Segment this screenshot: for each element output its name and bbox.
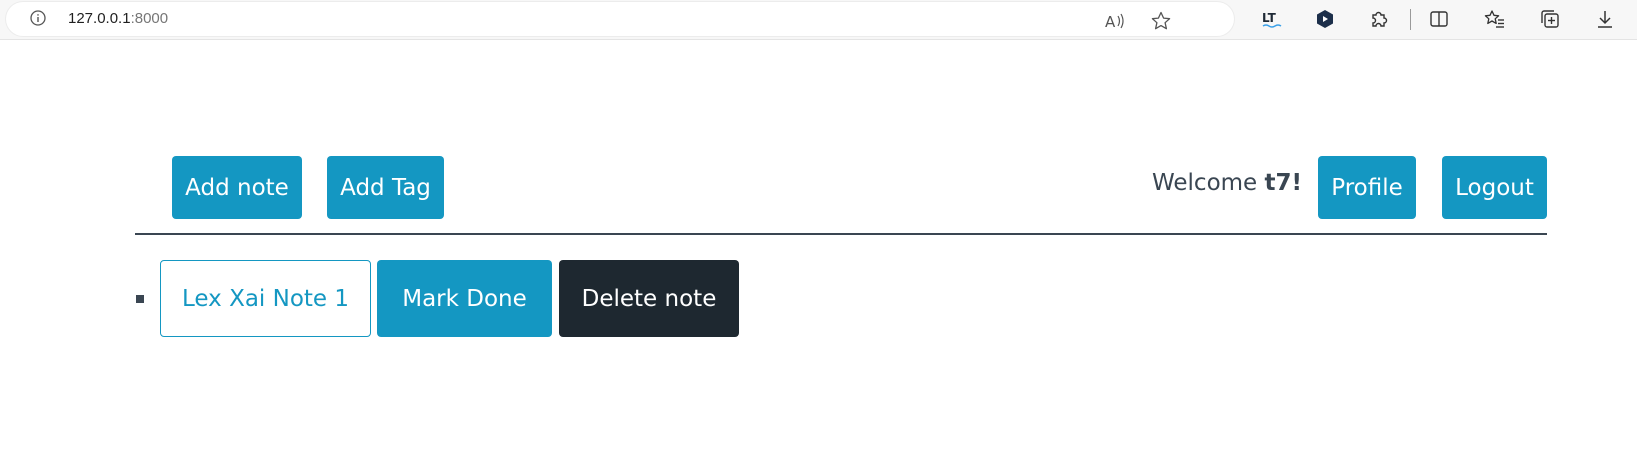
delete-note-button[interactable]: Delete note	[559, 260, 739, 337]
url-port: :8000	[130, 10, 169, 27]
site-info-icon[interactable]	[30, 10, 46, 26]
split-screen-icon[interactable]	[1428, 8, 1450, 30]
toolbar-separator	[1410, 9, 1411, 30]
welcome-prefix: Welcome	[1152, 170, 1265, 196]
read-aloud-icon[interactable]: A	[1103, 10, 1125, 32]
header-divider	[135, 233, 1547, 235]
add-note-button[interactable]: Add note	[172, 156, 302, 219]
downloads-icon[interactable]	[1594, 8, 1616, 30]
profile-button[interactable]: Profile	[1318, 156, 1416, 219]
browser-toolbar: 127.0.0.1:8000 A LT	[0, 0, 1637, 40]
extension-shield-icon[interactable]	[1314, 8, 1336, 30]
favorites-icon[interactable]	[1484, 8, 1506, 30]
collections-icon[interactable]	[1539, 8, 1561, 30]
mark-done-button[interactable]: Mark Done	[377, 260, 552, 337]
logout-button[interactable]: Logout	[1442, 156, 1547, 219]
note-title-link[interactable]: Lex Xai Note 1	[160, 260, 371, 337]
url-text[interactable]: 127.0.0.1:8000	[68, 10, 168, 27]
svg-text:LT: LT	[1262, 11, 1277, 25]
extensions-puzzle-icon[interactable]	[1368, 8, 1390, 30]
add-tag-button[interactable]: Add Tag	[327, 156, 444, 219]
favorite-star-icon[interactable]	[1150, 10, 1172, 32]
username: t7!	[1264, 170, 1303, 196]
languagetool-icon[interactable]: LT	[1261, 8, 1283, 30]
page-content: Add note Add Tag Welcome t7! Profile Log…	[0, 40, 1637, 451]
list-bullet	[136, 295, 144, 303]
svg-text:A: A	[1105, 13, 1116, 31]
address-bar[interactable]: 127.0.0.1:8000 A	[6, 2, 1234, 36]
url-host: 127.0.0.1	[68, 10, 131, 27]
welcome-message: Welcome t7!	[1152, 170, 1302, 196]
